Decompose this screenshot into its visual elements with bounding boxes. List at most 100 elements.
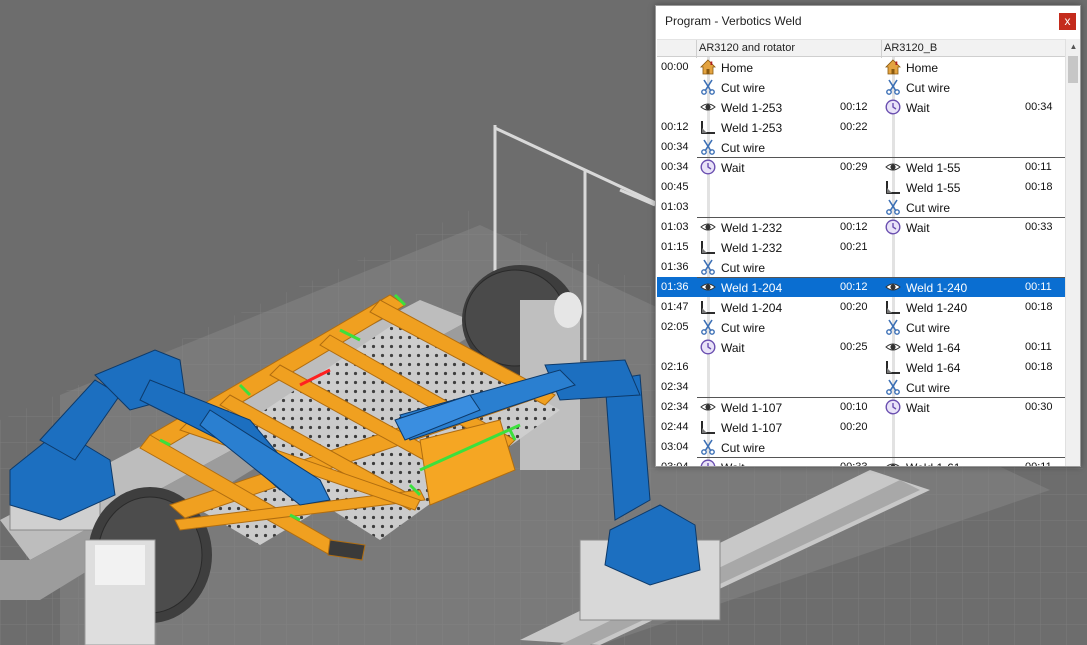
step-label: Cut wire — [721, 321, 766, 335]
step-cell-b[interactable]: Weld 1-55 00:11 — [885, 157, 1055, 177]
program-row[interactable]: 03:04 Wait 00:33 Weld 1-61 00:11 — [657, 457, 1065, 466]
program-list[interactable]: 00:00 Home Home Cut wire Cut wire Weld 1-253 0… — [657, 57, 1065, 466]
row-time: 01:47 — [661, 301, 689, 313]
step-cell-a[interactable]: Wait 00:33 — [700, 457, 870, 466]
program-row[interactable]: Cut wire Cut wire — [657, 77, 1065, 97]
program-row[interactable]: 01:36 Weld 1-204 00:12 Weld 1-240 00:11 — [657, 277, 1065, 297]
step-duration: 00:33 — [1025, 221, 1053, 233]
step-label: Cut wire — [721, 81, 766, 95]
program-row[interactable]: 00:00 Home Home — [657, 57, 1065, 77]
step-label: Cut wire — [721, 261, 766, 275]
step-cell-a[interactable]: Wait 00:29 — [700, 157, 870, 177]
program-row[interactable]: 01:36 Cut wire — [657, 257, 1065, 277]
step-cell-b[interactable]: Weld 1-240 00:18 — [885, 297, 1055, 317]
step-cell-a[interactable]: Cut wire — [700, 317, 870, 337]
step-label: Weld 1-204 — [721, 281, 783, 295]
step-cell-a[interactable]: Cut wire — [700, 257, 870, 277]
step-cell-b[interactable]: Home — [885, 57, 1055, 77]
program-row[interactable]: 02:44 Weld 1-107 00:20 — [657, 417, 1065, 437]
step-duration: 00:33 — [840, 461, 868, 466]
scissors-icon — [700, 139, 716, 155]
step-cell-a[interactable]: Cut wire — [700, 137, 870, 157]
program-window[interactable]: Program - Verbotics Weld x AR3120 and ro… — [655, 5, 1081, 467]
row-group-separator — [697, 277, 1065, 278]
program-row[interactable]: 02:05 Cut wire Cut wire — [657, 317, 1065, 337]
step-cell-a[interactable]: Cut wire — [700, 77, 870, 97]
step-cell-b[interactable]: Wait 00:30 — [885, 397, 1055, 417]
program-row[interactable]: 00:45 Weld 1-55 00:18 — [657, 177, 1065, 197]
step-duration: 00:21 — [840, 241, 868, 253]
row-time: 00:34 — [661, 141, 689, 153]
step-label: Wait — [721, 461, 745, 466]
clock-icon — [700, 459, 716, 466]
program-row[interactable]: Wait 00:25 Weld 1-64 00:11 — [657, 337, 1065, 357]
step-duration: 00:10 — [840, 401, 868, 413]
step-label: Wait — [721, 341, 745, 355]
row-time: 01:03 — [661, 221, 689, 233]
program-row[interactable]: 01:15 Weld 1-232 00:21 — [657, 237, 1065, 257]
scissors-icon — [885, 199, 901, 215]
program-row[interactable]: 00:34 Wait 00:29 Weld 1-55 00:11 — [657, 157, 1065, 177]
weld-joint-icon — [700, 419, 716, 435]
step-cell-a[interactable]: Weld 1-253 00:12 — [700, 97, 870, 117]
program-row[interactable]: 01:03 Cut wire — [657, 197, 1065, 217]
program-row[interactable]: 02:34 Cut wire — [657, 377, 1065, 397]
step-cell-a[interactable]: Wait 00:25 — [700, 337, 870, 357]
program-row[interactable]: 02:16 Weld 1-64 00:18 — [657, 357, 1065, 377]
step-cell-b[interactable]: Weld 1-61 00:11 — [885, 457, 1055, 466]
step-cell-a[interactable]: Weld 1-107 00:20 — [700, 417, 870, 437]
weld-joint-icon — [885, 359, 901, 375]
step-label: Weld 1-253 — [721, 121, 783, 135]
step-cell-b[interactable]: Wait 00:33 — [885, 217, 1055, 237]
scroll-up-arrow-icon[interactable]: ▲ — [1066, 39, 1081, 55]
step-cell-a[interactable]: Weld 1-253 00:22 — [700, 117, 870, 137]
window-titlebar[interactable]: Program - Verbotics Weld x — [656, 6, 1080, 38]
eye-icon — [700, 99, 716, 115]
row-time: 01:36 — [661, 281, 689, 293]
program-row[interactable]: 01:03 Weld 1-232 00:12 Wait 00:33 — [657, 217, 1065, 237]
step-cell-b[interactable]: Cut wire — [885, 197, 1055, 217]
step-cell-a[interactable]: Weld 1-232 00:21 — [700, 237, 870, 257]
program-row[interactable]: 00:12 Weld 1-253 00:22 — [657, 117, 1065, 137]
column-header-robot-b[interactable]: AR3120_B — [884, 42, 937, 54]
close-button[interactable]: x — [1059, 13, 1076, 30]
weld-joint-icon — [700, 299, 716, 315]
row-time: 03:04 — [661, 441, 689, 453]
scrollbar-thumb[interactable] — [1068, 56, 1078, 83]
window-title: Program - Verbotics Weld — [665, 14, 802, 28]
column-header-robot-a[interactable]: AR3120 and rotator — [699, 42, 795, 54]
step-cell-b[interactable]: Wait 00:34 — [885, 97, 1055, 117]
scissors-icon — [885, 79, 901, 95]
program-row[interactable]: Weld 1-253 00:12 Wait 00:34 — [657, 97, 1065, 117]
step-label: Weld 1-232 — [721, 221, 783, 235]
step-cell-b[interactable]: Weld 1-64 00:18 — [885, 357, 1055, 377]
vertical-scrollbar[interactable]: ▲ — [1065, 39, 1080, 466]
row-time: 02:34 — [661, 381, 689, 393]
step-label: Weld 1-232 — [721, 241, 783, 255]
step-label: Cut wire — [721, 141, 766, 155]
step-duration: 00:18 — [1025, 181, 1053, 193]
eye-icon — [885, 279, 901, 295]
step-cell-b[interactable]: Weld 1-55 00:18 — [885, 177, 1055, 197]
step-duration: 00:12 — [840, 281, 868, 293]
program-row[interactable]: 00:34 Cut wire — [657, 137, 1065, 157]
step-cell-a[interactable]: Home — [700, 57, 870, 77]
scissors-icon — [700, 259, 716, 275]
step-cell-a[interactable]: Weld 1-204 00:12 — [700, 277, 870, 297]
step-cell-b[interactable]: Weld 1-240 00:11 — [885, 277, 1055, 297]
step-cell-b[interactable]: Cut wire — [885, 317, 1055, 337]
program-row[interactable]: 03:04 Cut wire — [657, 437, 1065, 457]
program-row[interactable]: 02:34 Weld 1-107 00:10 Wait 00:30 — [657, 397, 1065, 417]
step-cell-a[interactable]: Weld 1-204 00:20 — [700, 297, 870, 317]
step-cell-a[interactable]: Weld 1-107 00:10 — [700, 397, 870, 417]
step-cell-a[interactable]: Weld 1-232 00:12 — [700, 217, 870, 237]
home-icon — [885, 59, 901, 75]
row-group-separator — [697, 157, 1065, 158]
step-cell-b[interactable]: Cut wire — [885, 77, 1055, 97]
step-cell-a[interactable]: Cut wire — [700, 437, 870, 457]
step-cell-b[interactable]: Cut wire — [885, 377, 1055, 397]
program-row[interactable]: 01:47 Weld 1-204 00:20 Weld 1-240 00:18 — [657, 297, 1065, 317]
clock-icon — [700, 159, 716, 175]
eye-icon — [885, 459, 901, 466]
step-cell-b[interactable]: Weld 1-64 00:11 — [885, 337, 1055, 357]
